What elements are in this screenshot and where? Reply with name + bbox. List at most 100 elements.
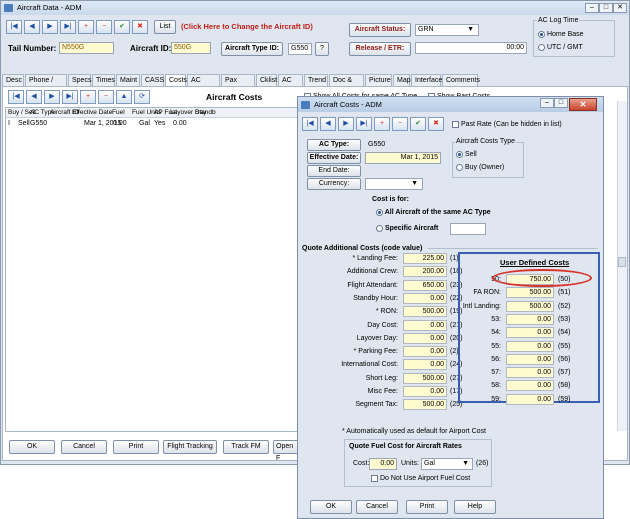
costs-refresh-button[interactable]: ⟳	[134, 90, 150, 104]
quote-cost-field[interactable]: 0.00	[403, 332, 447, 344]
costs-next-button[interactable]: ▶	[44, 90, 60, 104]
costs-first-button[interactable]: |◀	[8, 90, 24, 104]
cancel-record-button[interactable]: ✖	[132, 20, 148, 34]
quote-cost-field[interactable]: 200.00	[403, 266, 447, 278]
minimize-icon[interactable]: –	[585, 3, 599, 13]
quote-cost-field[interactable]: 0.00	[403, 292, 447, 304]
tab-phone-dates[interactable]: Phone / Dates	[25, 74, 67, 95]
track-fm-button[interactable]: Track FM	[223, 440, 269, 454]
tab-picture[interactable]: Picture	[365, 74, 392, 86]
past-rate-checkbox[interactable]: Past Rate (Can be hidden in list)	[452, 120, 562, 130]
tab-doc-exp[interactable]: Doc & Exp	[329, 74, 364, 95]
currency-button[interactable]: Currency:	[307, 178, 361, 190]
scrollbar-thumb[interactable]	[618, 257, 626, 267]
ac-type-button[interactable]: AC Type:	[307, 139, 361, 151]
ok-button[interactable]: OK	[9, 440, 55, 454]
user-cost-field[interactable]: 0.00	[506, 380, 554, 392]
tab-pax-rates[interactable]: Pax Rates	[221, 74, 255, 95]
grid-header-cell[interactable]: Fuel	[112, 108, 125, 118]
tab-times[interactable]: Times	[92, 74, 115, 86]
dialog-print-button[interactable]: Print	[406, 500, 448, 514]
fuel-cost-field[interactable]: 0.00	[369, 458, 397, 470]
quote-cost-field[interactable]: 0.00	[403, 359, 447, 371]
change-aircraft-link[interactable]: (Click Here to Change the Aircraft ID)	[181, 22, 313, 32]
flight-tracking-button[interactable]: Flight Tracking	[163, 440, 217, 454]
specific-aircraft-radio[interactable]: Specific Aircraft	[376, 224, 438, 234]
user-cost-field[interactable]: 0.00	[506, 367, 554, 379]
quote-cost-field[interactable]: 500.00	[403, 399, 447, 411]
effective-date-button[interactable]: Effective Date:	[307, 152, 361, 164]
tab-cass[interactable]: CASS	[141, 74, 164, 86]
tab-trend[interactable]: Trend	[304, 74, 328, 86]
list-button[interactable]: List	[154, 20, 176, 34]
dialog-next-button[interactable]: ▶	[338, 117, 354, 131]
currency-select[interactable]: ▼	[365, 178, 423, 190]
table-row[interactable]: I Sell G550 Mar 1, 2015 0.00 Gal Yes 0.00	[6, 118, 306, 128]
aircraft-type-id-field[interactable]: G550	[288, 43, 312, 55]
user-cost-field[interactable]: 0.00	[506, 327, 554, 339]
maximize-icon[interactable]: □	[599, 3, 613, 13]
tab-specs[interactable]: Specs	[68, 74, 91, 86]
dialog-first-button[interactable]: |◀	[302, 117, 318, 131]
tab-ac-rates[interactable]: AC Rates	[187, 74, 220, 95]
type-help-button[interactable]: ?	[315, 42, 329, 56]
grid-header-cell[interactable]: Standb	[195, 108, 216, 118]
save-record-button[interactable]: ✔	[114, 20, 130, 34]
last-record-button[interactable]: ▶|	[60, 20, 76, 34]
close-icon[interactable]: ✕	[613, 3, 627, 13]
user-cost-field[interactable]: 0.00	[506, 313, 554, 325]
units-select[interactable]: Gal ▼	[421, 458, 473, 470]
utc-gmt-radio[interactable]: UTC / GMT	[538, 43, 583, 53]
tab-ac-log[interactable]: AC Log	[278, 74, 303, 95]
dialog-cancel-button[interactable]: ✖	[428, 117, 444, 131]
dialog-add-button[interactable]: +	[374, 117, 390, 131]
add-record-button[interactable]: +	[78, 20, 94, 34]
no-airport-fuel-checkbox[interactable]: Do Not Use Airport Fuel Cost	[371, 474, 470, 484]
aircraft-status-select[interactable]: GRN ▼	[415, 24, 479, 36]
tab-maint[interactable]: Maint	[116, 74, 140, 86]
quote-cost-field[interactable]: 650.00	[403, 279, 447, 291]
tab-comments[interactable]: Comments	[442, 74, 480, 86]
dialog-minimize-icon[interactable]: –	[540, 98, 554, 108]
dialog-help-button[interactable]: Help	[454, 500, 496, 514]
sell-radio[interactable]: Sell	[456, 150, 477, 160]
release-etr-field[interactable]: 00:00	[415, 42, 527, 54]
dialog-delete-button[interactable]: −	[392, 117, 408, 131]
specific-aircraft-field[interactable]	[450, 223, 486, 235]
user-cost-field[interactable]: 500.00	[506, 300, 554, 312]
first-record-button[interactable]: |◀	[6, 20, 22, 34]
effective-date-field[interactable]: Mar 1, 2015	[365, 152, 441, 164]
user-cost-field[interactable]: 0.00	[506, 353, 554, 365]
user-cost-field[interactable]: 0.00	[506, 340, 554, 352]
costs-up-button[interactable]: ▲	[116, 90, 132, 104]
quote-cost-field[interactable]: 0.00	[403, 346, 447, 358]
delete-record-button[interactable]: −	[96, 20, 112, 34]
print-button[interactable]: Print	[113, 440, 159, 454]
tab-map[interactable]: Map	[393, 74, 411, 86]
tab-cklist[interactable]: Cklist	[256, 74, 277, 86]
prev-record-button[interactable]: ◀	[24, 20, 40, 34]
tab-interface[interactable]: Interface	[411, 74, 442, 86]
tab-desc[interactable]: Desc	[2, 74, 24, 86]
quote-cost-field[interactable]: 0.00	[403, 386, 447, 397]
tail-number-field[interactable]: N550G	[59, 42, 114, 54]
home-base-radio[interactable]: Home Base	[538, 30, 584, 40]
dialog-prev-button[interactable]: ◀	[320, 117, 336, 131]
dialog-cancel-button[interactable]: Cancel	[356, 500, 398, 514]
costs-delete-button[interactable]: −	[98, 90, 114, 104]
end-date-button[interactable]: End Date:	[307, 165, 361, 177]
costs-prev-button[interactable]: ◀	[26, 90, 42, 104]
dialog-close-icon[interactable]: ✕	[569, 98, 597, 111]
costs-last-button[interactable]: ▶|	[62, 90, 78, 104]
quote-cost-field[interactable]: 225.00	[403, 253, 447, 264]
next-record-button[interactable]: ▶	[42, 20, 58, 34]
release-etr-button[interactable]: Release / ETR:	[349, 42, 411, 56]
dialog-ok-button[interactable]: OK	[310, 500, 352, 514]
dialog-save-button[interactable]: ✔	[410, 117, 426, 131]
buy-owner-radio[interactable]: Buy (Owner)	[456, 163, 504, 173]
quote-cost-field[interactable]: 500.00	[403, 372, 447, 384]
dialog-last-button[interactable]: ▶|	[356, 117, 372, 131]
user-cost-field[interactable]: 0.00	[506, 393, 554, 405]
open-f-button[interactable]: Open F	[273, 440, 299, 462]
cancel-button[interactable]: Cancel	[61, 440, 107, 454]
